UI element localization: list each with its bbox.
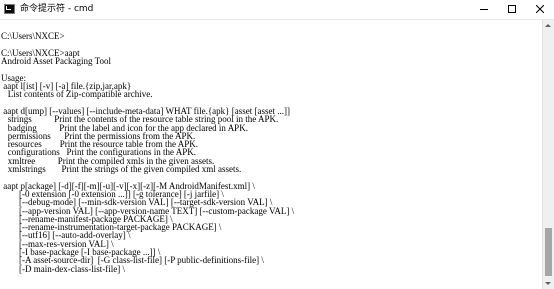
title-bar[interactable]: 命令提示符 - cmd <box>0 0 554 20</box>
cmd-icon <box>4 4 15 14</box>
vertical-scrollbar[interactable] <box>542 20 554 289</box>
arrow-up-icon <box>545 24 551 27</box>
command-prompt-window: 命令提示符 - cmd C:\Users\NXCE> C:\Users\NXCE… <box>0 0 554 289</box>
close-button[interactable] <box>526 0 554 19</box>
console-line: xmlstrings Print the strings of the give… <box>1 164 242 175</box>
minimize-icon <box>480 9 488 10</box>
console-line: Android Asset Packaging Tool <box>1 56 111 67</box>
console-output[interactable]: C:\Users\NXCE> C:\Users\NXCE>aapt Androi… <box>0 20 542 289</box>
scroll-down-button[interactable] <box>543 278 554 289</box>
console-text: C:\Users\NXCE> C:\Users\NXCE>aapt Androi… <box>0 20 542 273</box>
minimize-button[interactable] <box>470 0 498 19</box>
scroll-up-button[interactable] <box>543 20 554 31</box>
arrow-down-icon <box>545 282 551 285</box>
maximize-icon <box>508 5 516 13</box>
close-icon <box>536 5 544 13</box>
console-line: C:\Users\NXCE> <box>1 31 65 42</box>
maximize-button[interactable] <box>498 0 526 19</box>
console-line: [-D main-dex-class-list-file] \ <box>1 263 125 274</box>
window-title: 命令提示符 - cmd <box>20 4 94 14</box>
console-line: List contents of Zip-compatible archive. <box>1 89 153 100</box>
scroll-thumb[interactable] <box>545 228 552 276</box>
